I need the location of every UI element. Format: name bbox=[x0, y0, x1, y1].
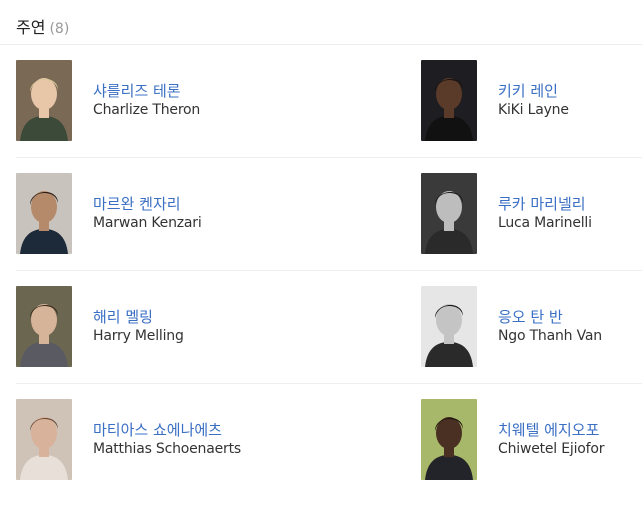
actor-name-korean-link[interactable]: 키키 레인 bbox=[498, 81, 569, 101]
actor-name-korean-link[interactable]: 샤를리즈 테론 bbox=[93, 81, 200, 101]
cast-row: 샤를리즈 테론 Charlize Theron 키키 레인 KiKi Layne bbox=[0, 45, 642, 158]
portrait-image bbox=[16, 172, 72, 254]
actor-name-korean-link[interactable]: 해리 멜링 bbox=[93, 307, 184, 327]
actor-photo[interactable] bbox=[16, 398, 72, 480]
actor-photo[interactable] bbox=[16, 59, 72, 141]
cast-card[interactable]: 키키 레인 KiKi Layne bbox=[421, 59, 569, 141]
cast-count: (8) bbox=[49, 21, 70, 37]
cast-row: 해리 멜링 Harry Melling 응오 탄 반 Ngo Thanh Van bbox=[0, 271, 642, 384]
portrait-image bbox=[421, 172, 477, 254]
section-title: 주연 bbox=[16, 18, 46, 37]
actor-photo[interactable] bbox=[421, 285, 477, 367]
cast-card[interactable]: 마르완 켄자리 Marwan Kenzari bbox=[16, 172, 202, 254]
actor-photo[interactable] bbox=[16, 285, 72, 367]
cast-card[interactable]: 샤를리즈 테론 Charlize Theron bbox=[16, 59, 200, 141]
actor-name-english: Luca Marinelli bbox=[498, 214, 592, 231]
portrait-image bbox=[421, 285, 477, 367]
actor-name-english: Charlize Theron bbox=[93, 101, 201, 118]
portrait-image bbox=[421, 59, 477, 141]
cast-row: 마티아스 쇼에나에츠 Matthias Schoenaerts 치웨텔 에지오포… bbox=[0, 384, 642, 497]
actor-name-korean-link[interactable]: 마티아스 쇼에나에츠 bbox=[93, 420, 241, 440]
actor-name-english: Matthias Schoenaerts bbox=[93, 440, 241, 457]
actor-photo[interactable] bbox=[421, 398, 477, 480]
actor-name-korean-link[interactable]: 마르완 켄자리 bbox=[93, 194, 202, 214]
actor-name-english: KiKi Layne bbox=[498, 101, 569, 118]
cast-card[interactable]: 응오 탄 반 Ngo Thanh Van bbox=[421, 285, 602, 367]
actor-name-korean-link[interactable]: 응오 탄 반 bbox=[498, 307, 602, 327]
portrait-image bbox=[16, 285, 72, 367]
actor-name-korean-link[interactable]: 루카 마리넬리 bbox=[498, 194, 592, 214]
portrait-image bbox=[421, 398, 477, 480]
actor-name-english: Harry Melling bbox=[93, 327, 184, 344]
cast-card[interactable]: 해리 멜링 Harry Melling bbox=[16, 285, 184, 367]
actor-photo[interactable] bbox=[16, 172, 72, 254]
actor-name-english: Ngo Thanh Van bbox=[498, 327, 602, 344]
cast-card[interactable]: 루카 마리넬리 Luca Marinelli bbox=[421, 172, 592, 254]
portrait-image bbox=[16, 59, 72, 141]
actor-photo[interactable] bbox=[421, 172, 477, 254]
cast-section-header: 주연 (8) bbox=[16, 14, 69, 38]
actor-name-english: Marwan Kenzari bbox=[93, 214, 202, 231]
cast-card[interactable]: 마티아스 쇼에나에츠 Matthias Schoenaerts bbox=[16, 398, 241, 480]
portrait-image bbox=[16, 398, 72, 480]
actor-name-korean-link[interactable]: 치웨텔 에지오포 bbox=[498, 420, 604, 440]
cast-card[interactable]: 치웨텔 에지오포 Chiwetel Ejiofor bbox=[421, 398, 604, 480]
actor-name-english: Chiwetel Ejiofor bbox=[498, 440, 605, 457]
actor-photo[interactable] bbox=[421, 59, 477, 141]
cast-row: 마르완 켄자리 Marwan Kenzari 루카 마리넬리 Luca Mari… bbox=[0, 158, 642, 271]
